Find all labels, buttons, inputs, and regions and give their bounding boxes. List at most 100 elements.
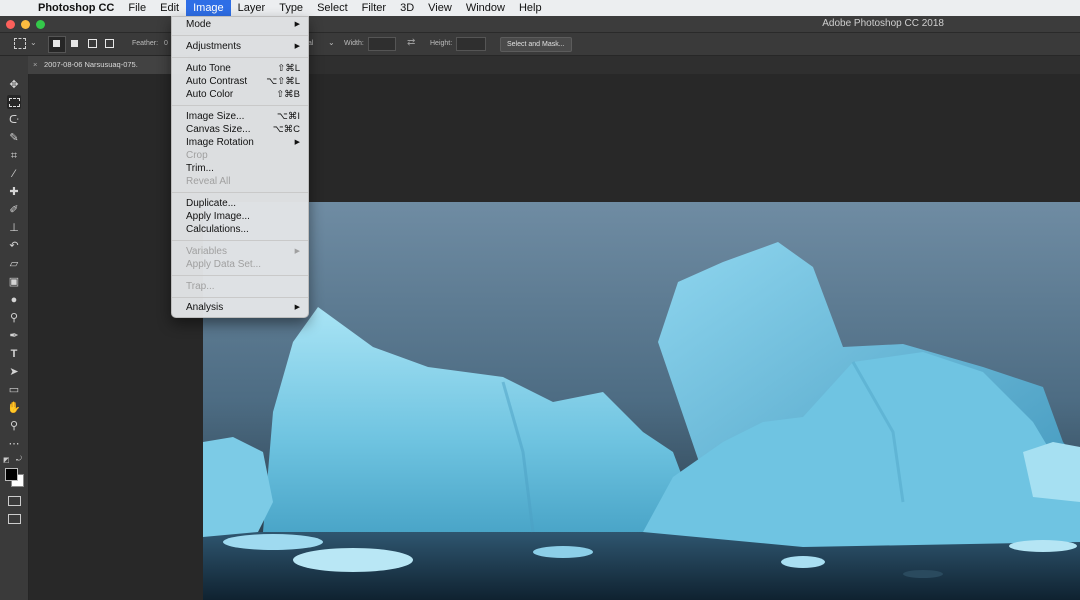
submenu-arrow-icon: ▶ bbox=[294, 21, 300, 28]
minimize-window-icon[interactable] bbox=[21, 20, 30, 29]
menu-item-auto-contrast[interactable]: Auto Contrast ⌥⇧⌘L bbox=[172, 75, 308, 88]
quick-selection-tool-icon[interactable]: ✎ bbox=[7, 131, 21, 145]
submenu-arrow-icon: ▶ bbox=[294, 43, 300, 50]
menu-divider bbox=[172, 240, 308, 241]
menu-3d[interactable]: 3D bbox=[393, 0, 421, 16]
menu-view[interactable]: View bbox=[421, 0, 459, 16]
feather-label: Feather: bbox=[132, 40, 159, 47]
menu-divider bbox=[172, 275, 308, 276]
swap-dimensions-icon[interactable]: ⇄ bbox=[407, 37, 415, 48]
subtract-selection-icon[interactable] bbox=[88, 39, 97, 48]
height-label: Height: bbox=[430, 40, 453, 47]
menu-item-trap: Trap... bbox=[186, 281, 215, 292]
swap-colors-icon[interactable]: ⤾ bbox=[16, 456, 22, 464]
healing-brush-tool-icon[interactable]: ✚ bbox=[7, 185, 21, 199]
more-tools-icon[interactable]: ⋯ bbox=[7, 437, 21, 451]
menu-type[interactable]: Type bbox=[272, 0, 310, 16]
history-brush-tool-icon[interactable]: ↶ bbox=[7, 239, 21, 253]
menu-filter[interactable]: Filter bbox=[355, 0, 393, 16]
menu-edit[interactable]: Edit bbox=[153, 0, 186, 16]
lasso-tool-icon[interactable]: ᑢ bbox=[7, 113, 21, 127]
move-tool-icon[interactable]: ✥ bbox=[7, 78, 21, 92]
menu-item-apply-image[interactable]: Apply Image... bbox=[172, 210, 308, 223]
marquee-preset-icon[interactable] bbox=[14, 38, 26, 49]
menu-item-variables: Variables ▶ bbox=[186, 246, 300, 257]
zoom-window-icon[interactable] bbox=[36, 20, 45, 29]
mac-menubar: Photoshop CC File Edit Image Layer Type … bbox=[0, 0, 1080, 16]
menu-file[interactable]: File bbox=[121, 0, 153, 16]
path-selection-tool-icon[interactable]: ➤ bbox=[7, 365, 21, 379]
shortcut-auto-contrast: ⌥⇧⌘L bbox=[266, 76, 300, 87]
menu-item-crop: Crop bbox=[186, 150, 208, 161]
zoom-tool-icon[interactable]: ⚲ bbox=[7, 419, 21, 433]
menu-window[interactable]: Window bbox=[459, 0, 512, 16]
menu-divider bbox=[172, 57, 308, 58]
width-field[interactable] bbox=[368, 37, 396, 51]
menu-item-analysis[interactable]: Analysis ▶ bbox=[172, 301, 308, 314]
type-tool-icon[interactable]: T bbox=[7, 347, 21, 361]
screen-mode-icon[interactable] bbox=[8, 514, 21, 524]
eraser-tool-icon[interactable]: ▱ bbox=[7, 257, 21, 271]
width-label: Width: bbox=[344, 40, 364, 47]
style-chevron-icon[interactable]: ⌄ bbox=[328, 38, 335, 47]
menu-divider bbox=[172, 35, 308, 36]
toolbox: ✥ ᑢ ✎ ⌗ ⁄ ✚ ✐ ⊥ ↶ ▱ ▣ ● ⚲ ✒ T ➤ ▭ ✋ ⚲ ⋯ … bbox=[0, 56, 29, 600]
shortcut-auto-color: ⇧⌘B bbox=[276, 89, 300, 100]
brush-tool-icon[interactable]: ✐ bbox=[7, 203, 21, 217]
menu-item-adjustments[interactable]: Adjustments ▶ bbox=[172, 40, 308, 53]
blur-tool-icon[interactable]: ● bbox=[7, 293, 21, 307]
dodge-tool-icon[interactable]: ⚲ bbox=[7, 311, 21, 325]
marquee-tool-icon[interactable] bbox=[7, 95, 21, 109]
image-menu-dropdown: Mode ▶ Adjustments ▶ Auto Tone ⇧⌘L Auto Con… bbox=[171, 16, 309, 318]
window-title: Adobe Photoshop CC 2018 bbox=[822, 18, 944, 29]
menu-item-image-rotation[interactable]: Image Rotation ▶ bbox=[172, 136, 308, 149]
menu-item-image-size[interactable]: Image Size... ⌥⌘I bbox=[172, 110, 308, 123]
options-bar: ⌄ Feather: 0 al ⌄ Width: ⇄ Height: Selec… bbox=[0, 33, 1080, 56]
document-title: 2007-08-06 Narsusuaq-075. bbox=[44, 60, 138, 69]
menu-item-duplicate[interactable]: Duplicate... bbox=[172, 197, 308, 210]
eyedropper-tool-icon[interactable]: ⁄ bbox=[7, 167, 21, 181]
submenu-arrow-icon: ▶ bbox=[294, 304, 300, 311]
iceberg-image bbox=[203, 202, 1080, 600]
submenu-arrow-icon: ▶ bbox=[294, 139, 300, 146]
clone-stamp-tool-icon[interactable]: ⊥ bbox=[7, 221, 21, 235]
gradient-tool-icon[interactable]: ▣ bbox=[7, 275, 21, 289]
shortcut-auto-tone: ⇧⌘L bbox=[277, 63, 300, 74]
menu-item-mode[interactable]: Mode ▶ bbox=[172, 18, 308, 31]
menu-image[interactable]: Image bbox=[186, 0, 231, 16]
foreground-color-swatch[interactable] bbox=[5, 468, 18, 481]
shortcut-image-size: ⌥⌘I bbox=[276, 111, 300, 122]
menu-item-calculations[interactable]: Calculations... bbox=[172, 223, 308, 236]
menu-item-apply-data-set: Apply Data Set... bbox=[186, 259, 262, 270]
document-tab[interactable]: × 2007-08-06 Narsusuaq-075. bbox=[28, 56, 188, 74]
menu-divider bbox=[172, 192, 308, 193]
menu-item-auto-color[interactable]: Auto Color ⇧⌘B bbox=[172, 88, 308, 101]
height-field[interactable] bbox=[456, 37, 486, 51]
shortcut-canvas-size: ⌥⌘C bbox=[272, 124, 300, 135]
rectangle-tool-icon[interactable]: ▭ bbox=[7, 383, 21, 397]
feather-value[interactable]: 0 bbox=[164, 40, 168, 47]
chevron-down-icon[interactable]: ⌄ bbox=[30, 38, 37, 47]
hand-tool-icon[interactable]: ✋ bbox=[7, 401, 21, 415]
menu-photoshop[interactable]: Photoshop CC bbox=[34, 0, 121, 16]
close-window-icon[interactable] bbox=[6, 20, 15, 29]
menu-item-canvas-size[interactable]: Canvas Size... ⌥⌘C bbox=[172, 123, 308, 136]
new-selection-square-icon bbox=[53, 40, 60, 47]
menu-select[interactable]: Select bbox=[310, 0, 355, 16]
menu-layer[interactable]: Layer bbox=[231, 0, 273, 16]
menu-help[interactable]: Help bbox=[512, 0, 549, 16]
window-titlebar: Adobe Photoshop CC 2018 bbox=[0, 16, 1080, 33]
menu-item-trim[interactable]: Trim... bbox=[172, 162, 308, 175]
intersect-selection-icon[interactable] bbox=[105, 39, 114, 48]
close-icon[interactable]: × bbox=[33, 56, 37, 74]
menu-item-auto-tone[interactable]: Auto Tone ⇧⌘L bbox=[172, 62, 308, 75]
crop-tool-icon[interactable]: ⌗ bbox=[7, 149, 21, 163]
default-colors-icon[interactable]: ◩ bbox=[3, 456, 10, 464]
quick-mask-icon[interactable] bbox=[8, 496, 21, 506]
menu-divider bbox=[172, 297, 308, 298]
pen-tool-icon[interactable]: ✒ bbox=[7, 329, 21, 343]
iceberg-photo bbox=[203, 202, 1080, 600]
select-and-mask-button[interactable]: Select and Mask... bbox=[500, 37, 572, 52]
add-selection-icon[interactable] bbox=[71, 40, 78, 47]
submenu-arrow-icon: ▶ bbox=[294, 248, 300, 255]
